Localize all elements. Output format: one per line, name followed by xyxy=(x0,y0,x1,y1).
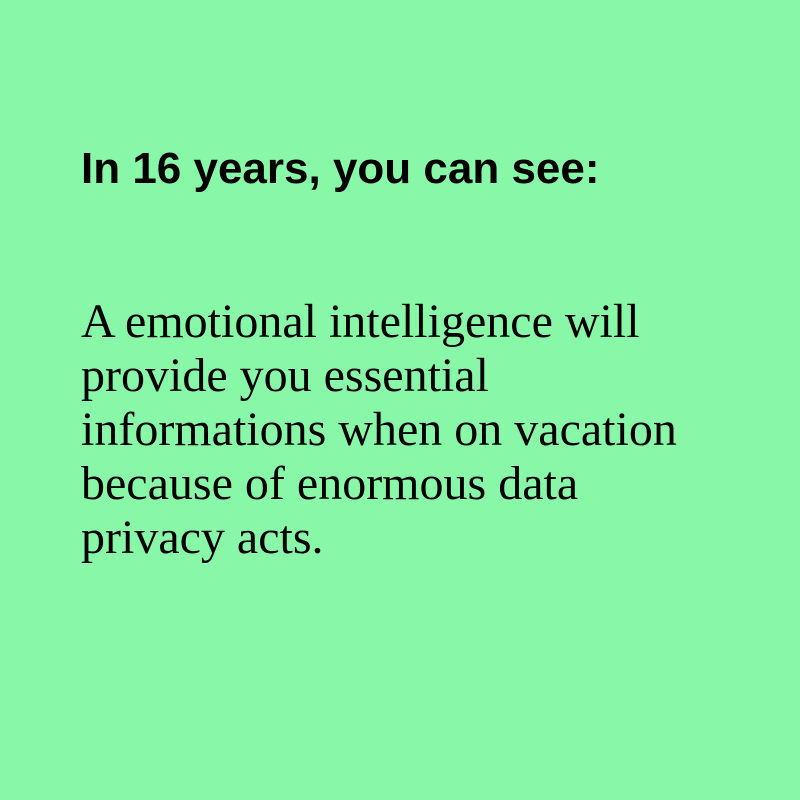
card-body-text: A emotional intelligence will provide yo… xyxy=(81,295,677,564)
prediction-card: In 16 years, you can see: A emotional in… xyxy=(0,0,800,800)
card-heading: In 16 years, you can see: xyxy=(81,144,600,193)
